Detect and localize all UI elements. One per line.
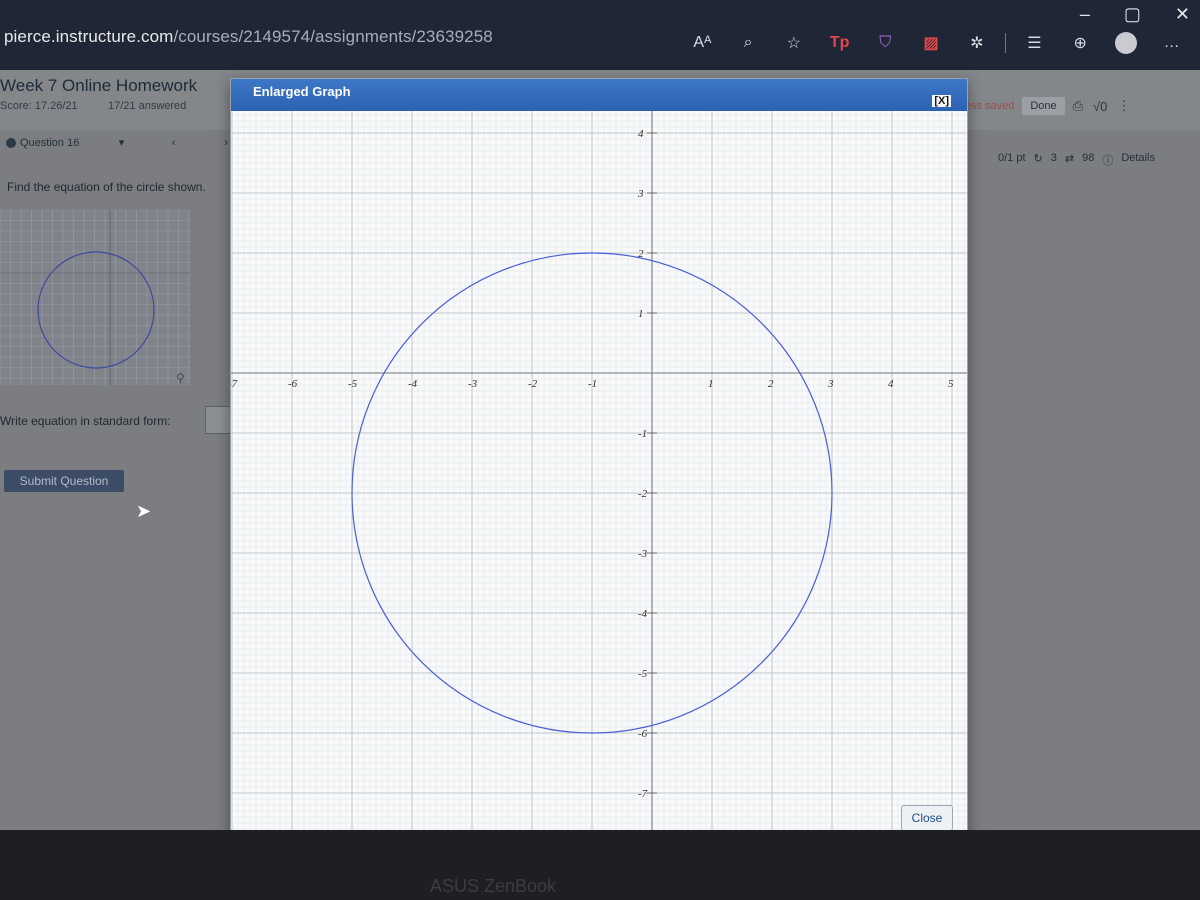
address-path: /courses/2149574/assignments/23639258 (173, 27, 493, 46)
magnify-icon[interactable]: ⚲ (176, 371, 185, 385)
y-tick-label: -4 (638, 608, 648, 620)
prev-question-icon[interactable]: ‹ (164, 137, 184, 149)
y-tick-label: 1 (638, 308, 644, 320)
avatar (1114, 32, 1137, 54)
extension-image-icon[interactable]: ▨ (914, 29, 949, 57)
info-icon[interactable]: ⓘ (1102, 152, 1113, 168)
x-tick-label: 4 (888, 378, 894, 390)
profile-avatar[interactable] (1109, 29, 1144, 57)
homework-title: Week 7 Online Homework (0, 76, 198, 95)
collections-icon[interactable]: ⊕ (1063, 29, 1098, 57)
enlarged-graph-modal: Enlarged Graph [X] -7 -6 -5 -4 -3 -2 -1 1 2 3 4 5 4 3… (230, 78, 968, 844)
print-icon[interactable]: ⎙ (1073, 98, 1083, 114)
x-tick-label: 3 (827, 378, 834, 390)
x-tick-label: -4 (408, 378, 418, 390)
y-tick-label: -1 (638, 428, 647, 440)
x-tick-label: -1 (588, 378, 597, 390)
more-vertical-icon[interactable]: ⋮ (1117, 98, 1130, 114)
submit-question-button[interactable]: Submit Question (4, 470, 124, 492)
close-window-icon[interactable]: ✕ (1175, 4, 1190, 25)
search-icon[interactable]: ⌕ (731, 29, 766, 57)
more-menu-icon[interactable]: … (1154, 29, 1189, 57)
minimize-icon[interactable]: – (1080, 4, 1090, 25)
question-nav[interactable]: Question 16 ▾ ‹ › (6, 136, 236, 149)
enlarged-graph: -7-6-5-4-3-2-1123454321-1-2-3-4-5-6-7-8 (231, 111, 967, 835)
x-tick-label: 1 (708, 378, 714, 390)
modal-title: Enlarged Graph (253, 84, 351, 99)
y-tick-label: 3 (637, 188, 644, 200)
homework-answered: 17/21 answered (108, 100, 187, 112)
status-area: gress saved Done ⎙ √0 ⋮ (955, 97, 1130, 115)
modal-close-x[interactable]: [X] (932, 95, 951, 107)
y-tick-label: -3 (638, 548, 648, 560)
tries-count: 3 (1050, 152, 1057, 164)
laptop-brand: ASUS ZenBook (430, 876, 557, 896)
extensions-puzzle-icon[interactable]: ✲ (959, 29, 994, 57)
read-aloud-icon[interactable]: Aᴬ (685, 29, 720, 57)
x-tick-label: 5 (948, 378, 954, 390)
y-tick-label: -7 (638, 788, 648, 800)
modal-header: Enlarged Graph (231, 79, 967, 111)
details-link[interactable]: Details (1121, 152, 1155, 168)
favorites-list-icon[interactable]: ☰ (1017, 29, 1052, 57)
x-tick-label: -7 (231, 378, 238, 390)
x-tick-label: -6 (288, 378, 298, 390)
window-controls: – ▢ ✕ (1080, 4, 1190, 25)
mini-graph[interactable]: ⚲ (0, 210, 190, 385)
retry-icon: ↻ (1033, 153, 1043, 165)
browser-toolbar: – ▢ ✕ pierce.instructure.com /courses/21… (0, 0, 1200, 70)
question-status-icon (6, 137, 16, 148)
equation-label: Write equation in standard form: (0, 414, 171, 428)
graph-background (231, 111, 967, 835)
extension-tp-icon[interactable]: Tp (822, 29, 857, 57)
math-toggle-icon[interactable]: √0 (1093, 99, 1107, 114)
attempts-count: 98 (1082, 152, 1095, 164)
close-button[interactable]: Close (901, 805, 953, 831)
question-label: Question 16 (20, 136, 80, 149)
x-tick-label: 2 (768, 378, 774, 390)
x-tick-label: -2 (528, 378, 538, 390)
y-tick-label: -6 (638, 728, 648, 740)
mouse-pointer-icon: ➤ (136, 501, 152, 521)
points-text: 0/1 pt (998, 152, 1026, 164)
address-host: pierce.instructure.com (4, 27, 174, 46)
question-prompt: Find the equation of the circle shown. (7, 180, 206, 194)
header-icons: ⎙ √0 ⋮ (1073, 98, 1131, 114)
laptop-bezel (0, 830, 1200, 900)
x-tick-label: -3 (468, 378, 478, 390)
x-tick-label: -5 (348, 378, 358, 390)
points-row: 0/1 pt ↻ 3 ⇄ 98 ⓘ Details (998, 152, 1155, 168)
toolbar-separator (1005, 33, 1007, 53)
extension-shield-icon[interactable]: ⛉ (868, 29, 903, 57)
attempts-icon: ⇄ (1064, 153, 1075, 165)
y-tick-label: 4 (638, 128, 644, 140)
address-bar[interactable]: pierce.instructure.com /courses/2149574/… (0, 20, 680, 54)
y-tick-label: -2 (638, 488, 648, 500)
done-button[interactable]: Done (1022, 97, 1065, 115)
maximize-icon[interactable]: ▢ (1124, 4, 1141, 25)
dropdown-caret-icon[interactable]: ▾ (112, 136, 132, 149)
favorite-star-icon[interactable]: ☆ (776, 29, 811, 57)
homework-score: Score: 17.26/21 (0, 100, 78, 112)
y-tick-label: -5 (638, 668, 648, 680)
browser-toolbar-icons: Aᴬ ⌕ ☆ Tp ⛉ ▨ ✲ ☰ ⊕ … (685, 28, 1200, 58)
